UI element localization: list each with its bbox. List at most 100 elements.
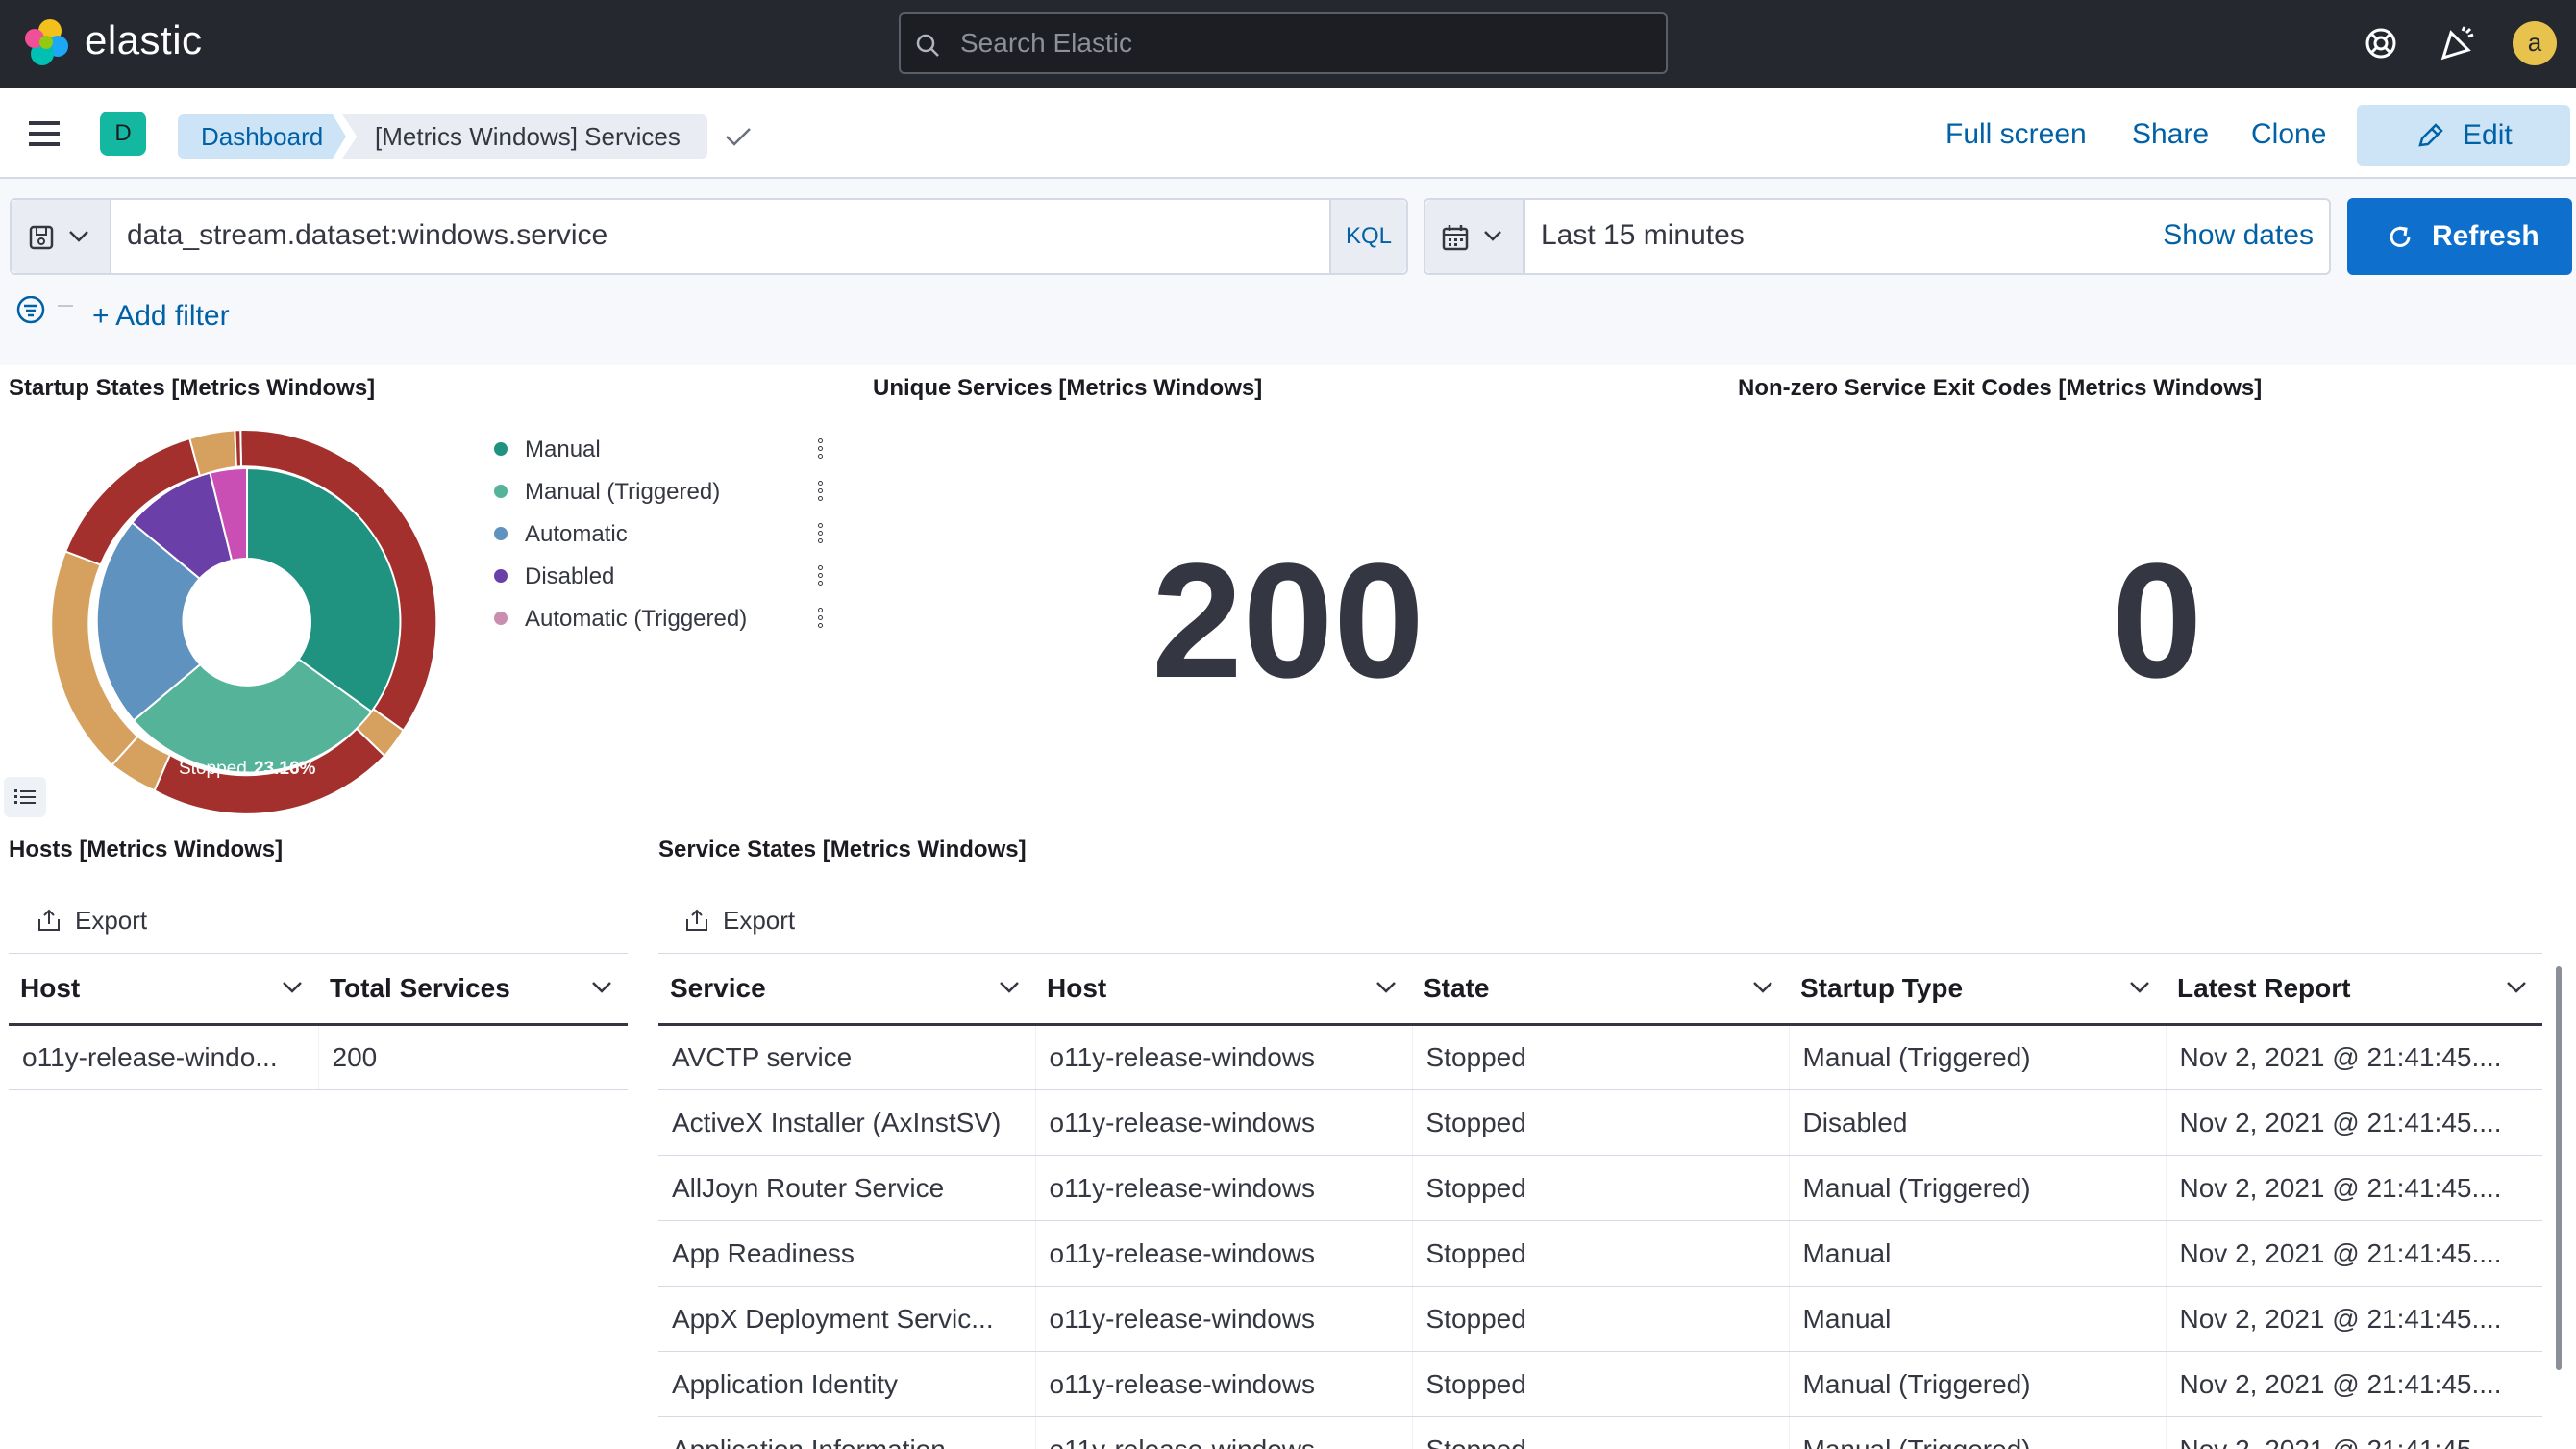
clone-link[interactable]: Clone [2251, 118, 2326, 151]
startup-states-donut-chart[interactable]: Stopped 23.16% [48, 423, 446, 821]
service-states-table-cell[interactable]: Nov 2, 2021 @ 21:41:45.... [2166, 1089, 2542, 1156]
search-input[interactable] [960, 22, 1633, 64]
export-icon [686, 909, 707, 931]
newsfeed-icon[interactable] [2438, 23, 2478, 63]
service-states-column-header[interactable]: Startup Type [1789, 953, 2166, 1026]
legend-toggle-button[interactable] [4, 777, 46, 817]
service-states-table-cell[interactable]: Application Information [658, 1416, 1036, 1449]
service-states-table-cell[interactable]: Disabled [1789, 1089, 2167, 1156]
help-icon[interactable] [2361, 23, 2401, 63]
legend-actions-icon[interactable] [818, 608, 824, 631]
service-states-column-header[interactable]: Host [1035, 953, 1412, 1026]
elastic-logo-icon[interactable] [21, 17, 71, 67]
legend-actions-icon[interactable] [818, 438, 824, 462]
quick-menu-button[interactable] [1425, 200, 1525, 273]
service-states-column-header[interactable]: Service [658, 953, 1035, 1026]
global-search[interactable] [899, 12, 1668, 74]
chevron-down-icon [2507, 982, 2526, 993]
show-dates-link[interactable]: Show dates [2163, 219, 2314, 252]
service-states-table-cell[interactable]: Application Identity [658, 1351, 1036, 1417]
share-link[interactable]: Share [2132, 118, 2209, 151]
service-states-export-label: Export [723, 906, 796, 935]
legend-item[interactable]: Manual [494, 437, 601, 463]
saved-query-menu[interactable] [12, 200, 111, 273]
service-states-table-cell[interactable]: Manual (Triggered) [1789, 1351, 2167, 1417]
service-states-table-row: Application Information o11y-release-wind… [658, 1416, 2542, 1449]
service-states-table-cell[interactable]: AVCTP service [658, 1024, 1036, 1090]
service-states-table-cell[interactable]: Stopped [1412, 1220, 1790, 1287]
service-states-table-cell[interactable]: Stopped [1412, 1286, 1790, 1352]
service-states-table-cell[interactable]: Stopped [1412, 1089, 1790, 1156]
service-states-table-cell[interactable]: o11y-release-windows [1035, 1286, 1413, 1352]
hosts-column-header[interactable]: Host [9, 953, 318, 1026]
exit-codes-metric: 0 [2111, 530, 2203, 712]
brand-name[interactable]: elastic [85, 17, 203, 63]
chevron-down-icon [1484, 231, 1501, 241]
service-states-table-row: App Readiness o11y-release-windows Stopped… [658, 1220, 2542, 1287]
service-states-table-cell[interactable]: Stopped [1412, 1024, 1790, 1090]
service-states-table-cell[interactable]: o11y-release-windows [1035, 1351, 1413, 1417]
kql-toggle[interactable]: KQL [1329, 200, 1406, 273]
edit-button[interactable]: Edit [2357, 105, 2570, 166]
service-states-table-cell[interactable]: o11y-release-windows [1035, 1220, 1413, 1287]
legend-item[interactable]: Automatic [494, 521, 628, 548]
hosts-table-cell[interactable]: 200 [318, 1024, 628, 1090]
user-avatar[interactable]: a [2513, 21, 2557, 65]
breadcrumb-dashboard[interactable]: Dashboard [178, 114, 346, 159]
service-states-table-cell[interactable]: Stopped [1412, 1155, 1790, 1221]
filter-menu-icon[interactable] [15, 296, 77, 325]
add-filter-button[interactable]: + Add filter [92, 300, 230, 333]
legend-actions-icon[interactable] [818, 523, 824, 546]
service-states-table-cell[interactable]: Nov 2, 2021 @ 21:41:45.... [2166, 1155, 2542, 1221]
menu-icon[interactable] [27, 117, 65, 150]
time-range-text[interactable]: Last 15 minutes [1541, 219, 1745, 252]
export-icon [38, 909, 60, 931]
space-avatar[interactable]: D [100, 112, 146, 156]
service-states-table-cell[interactable]: Manual (Triggered) [1789, 1024, 2167, 1090]
table-scrollbar[interactable] [2556, 966, 2562, 1370]
refresh-button[interactable]: Refresh [2347, 198, 2572, 275]
query-text[interactable]: data_stream.dataset:windows.service [127, 219, 607, 252]
service-states-table-cell[interactable]: Nov 2, 2021 @ 21:41:45.... [2166, 1351, 2542, 1417]
hosts-table-cell[interactable]: o11y-release-windo... [9, 1024, 319, 1090]
service-states-table-cell[interactable]: Manual [1789, 1220, 2167, 1287]
time-picker[interactable]: Last 15 minutes Show dates [1424, 198, 2331, 275]
service-states-table-cell[interactable]: App Readiness [658, 1220, 1036, 1287]
query-input[interactable]: data_stream.dataset:windows.service KQL [10, 198, 1408, 275]
check-icon[interactable] [723, 123, 754, 150]
service-states-table-row: Application Identity o11y-release-windows… [658, 1351, 2542, 1417]
full-screen-link[interactable]: Full screen [1945, 118, 2087, 151]
service-states-table-cell[interactable]: Manual (Triggered) [1789, 1155, 2167, 1221]
service-states-table-row: ActiveX Installer (AxInstSV) o11y-release… [658, 1089, 2542, 1156]
service-states-column-header[interactable]: State [1412, 953, 1789, 1026]
service-states-table-row: AllJoyn Router Service o11y-release-windo… [658, 1155, 2542, 1221]
service-states-table-cell[interactable]: AllJoyn Router Service [658, 1155, 1036, 1221]
service-states-table-cell[interactable]: ActiveX Installer (AxInstSV) [658, 1089, 1036, 1156]
service-states-table-cell[interactable]: o11y-release-windows [1035, 1155, 1413, 1221]
service-states-table-cell[interactable]: o11y-release-windows [1035, 1416, 1413, 1449]
service-states-table-cell[interactable]: Manual [1789, 1286, 2167, 1352]
service-states-table-cell[interactable]: Nov 2, 2021 @ 21:41:45.... [2166, 1024, 2542, 1090]
legend-actions-icon[interactable] [818, 481, 824, 504]
breadcrumb-current: [Metrics Windows] Services [342, 114, 707, 159]
service-states-column-header[interactable]: Latest Report [2166, 953, 2542, 1026]
service-states-table-cell[interactable]: Nov 2, 2021 @ 21:41:45.... [2166, 1286, 2542, 1352]
hosts-table: Host Total Services o11y-release-windo...… [9, 953, 628, 1090]
legend-item[interactable]: Automatic (Triggered) [494, 606, 747, 633]
calendar-icon [1442, 225, 1469, 251]
legend-item[interactable]: Manual (Triggered) [494, 479, 720, 506]
service-states-table-cell[interactable]: o11y-release-windows [1035, 1089, 1413, 1156]
pencil-icon [2418, 123, 2443, 147]
service-states-table-cell[interactable]: Manual (Triggered) [1789, 1416, 2167, 1449]
legend-actions-icon[interactable] [818, 565, 824, 588]
service-states-table-cell[interactable]: o11y-release-windows [1035, 1024, 1413, 1090]
service-states-table-cell[interactable]: Nov 2, 2021 @ 21:41:45.... [2166, 1220, 2542, 1287]
hosts-column-header[interactable]: Total Services [318, 953, 628, 1026]
service-states-table-cell[interactable]: Stopped [1412, 1351, 1790, 1417]
service-states-table-cell[interactable]: Stopped [1412, 1416, 1790, 1449]
legend-item[interactable]: Disabled [494, 563, 614, 590]
query-bar: data_stream.dataset:windows.service KQL … [0, 179, 2576, 365]
unique-services-metric: 200 [1152, 530, 1424, 712]
service-states-table-cell[interactable]: AppX Deployment Servic... [658, 1286, 1036, 1352]
service-states-table-cell[interactable]: Nov 2, 2021 @ 21:41:45.... [2166, 1416, 2542, 1449]
